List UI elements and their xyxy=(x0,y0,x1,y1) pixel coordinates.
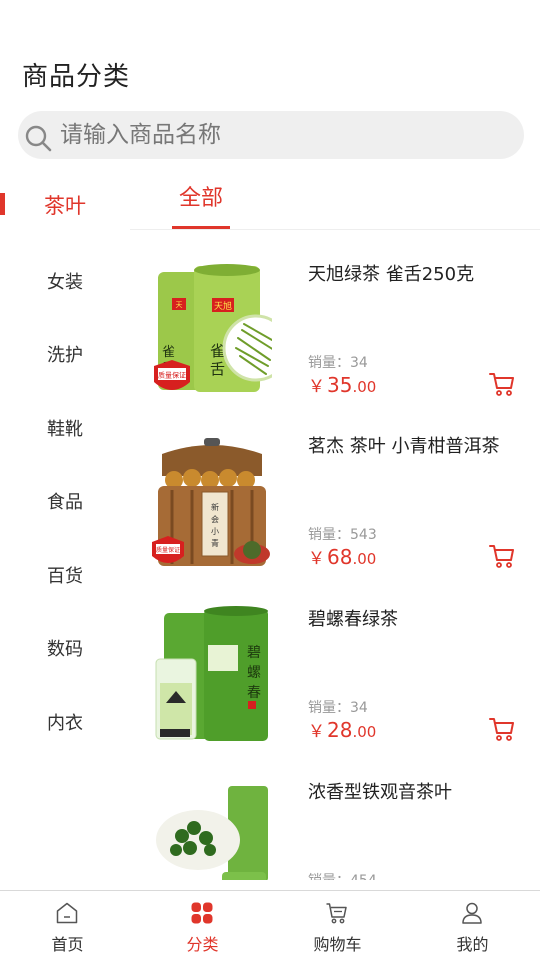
svg-text:春: 春 xyxy=(247,685,261,701)
svg-text:质量保证: 质量保证 xyxy=(156,546,180,554)
user-icon xyxy=(462,902,482,924)
product-sales: 销量：34 xyxy=(308,355,368,371)
nav-category-label: 分类 xyxy=(186,935,219,954)
divider xyxy=(130,229,540,230)
product-price: ￥ 28.00 xyxy=(308,718,377,742)
product-name[interactable]: 茗杰 茶叶 小青柑普洱茶 xyxy=(308,432,530,458)
sidebar-item-underwear[interactable]: 内衣 xyxy=(0,687,130,757)
svg-text:螺: 螺 xyxy=(247,665,261,681)
add-to-cart-icon[interactable] xyxy=(488,542,516,570)
nav-home-label: 首页 xyxy=(51,935,84,954)
svg-text:小: 小 xyxy=(211,527,219,536)
nav-profile[interactable]: 我的 xyxy=(405,891,540,960)
nav-profile-label: 我的 xyxy=(456,935,489,954)
product-price: ￥ 68.00 xyxy=(308,545,377,569)
sidebar-item-digital[interactable]: 数码 xyxy=(0,613,130,683)
svg-text:新: 新 xyxy=(211,502,219,512)
cart-icon xyxy=(326,903,347,924)
page-title: 商品分类 xyxy=(22,62,131,92)
search-input[interactable] xyxy=(60,114,500,156)
product-image: 碧 螺 春 xyxy=(155,606,268,741)
product-image xyxy=(156,786,268,880)
svg-text:天旭: 天旭 xyxy=(214,300,232,312)
product-sales: 销量：34 xyxy=(308,700,368,716)
sidebar-item-tea[interactable]: 茶叶 xyxy=(0,170,130,240)
product-list: 天旭 天 雀 舌 雀 舌 质量保证 天旭绿茶 雀舌250克 销量：34 ￥35.… xyxy=(130,240,540,880)
product-price: ￥ 35.00 xyxy=(308,373,377,397)
product-name[interactable]: 碧螺春绿茶 xyxy=(308,605,530,631)
add-to-cart-icon[interactable] xyxy=(488,715,516,743)
home-icon xyxy=(56,902,78,924)
sidebar-item-personal-care[interactable]: 洗护 xyxy=(0,319,130,389)
search-icon xyxy=(25,125,52,152)
product-sales: 销量：543 xyxy=(308,527,377,543)
product-item[interactable]: 天旭 天 雀 舌 雀 舌 质量保证 天旭绿茶 雀舌250克 销量：34 ￥35.… xyxy=(130,240,540,410)
svg-text:会: 会 xyxy=(211,514,219,524)
nav-home[interactable]: 首页 xyxy=(0,891,135,960)
product-item[interactable]: 浓香型铁观音茶叶 销量：454 xyxy=(130,758,540,880)
nav-category[interactable]: 分类 xyxy=(135,891,270,960)
svg-text:雀: 雀 xyxy=(162,345,175,360)
bottom-navigation: 首页 分类 购物车 我的 xyxy=(0,890,540,960)
svg-text:青: 青 xyxy=(211,538,219,548)
sidebar-item-general-goods[interactable]: 百货 xyxy=(0,540,130,610)
sidebar-item-womens-clothing[interactable]: 女装 xyxy=(0,246,130,316)
svg-text:舌: 舌 xyxy=(210,360,225,378)
tab-all[interactable]: 全部 xyxy=(172,180,230,230)
product-image: 新 会 小 青 质量保证 xyxy=(152,438,270,566)
product-name[interactable]: 浓香型铁观音茶叶 xyxy=(308,778,530,804)
svg-text:天: 天 xyxy=(176,301,183,309)
product-image: 天旭 天 雀 舌 雀 舌 质量保证 xyxy=(154,264,272,392)
product-name[interactable]: 天旭绿茶 雀舌250克 xyxy=(308,260,530,286)
nav-cart[interactable]: 购物车 xyxy=(270,891,405,960)
add-to-cart-icon[interactable] xyxy=(488,370,516,398)
sidebar-item-food[interactable]: 食品 xyxy=(0,466,130,536)
svg-text:碧: 碧 xyxy=(247,645,261,661)
product-item[interactable]: 新 会 小 青 质量保证 茗杰 茶叶 小青柑普洱茶 销量：543 ￥ 68.00 xyxy=(130,412,540,582)
svg-text:质量保证: 质量保证 xyxy=(158,371,186,380)
product-item[interactable]: 碧 螺 春 碧螺春绿茶 销量：34 ￥ 28.00 xyxy=(130,585,540,755)
category-icon xyxy=(191,902,213,924)
nav-cart-label: 购物车 xyxy=(313,935,362,954)
sidebar-item-shoes[interactable]: 鞋靴 xyxy=(0,393,130,463)
product-sales: 销量：454 xyxy=(308,870,377,880)
